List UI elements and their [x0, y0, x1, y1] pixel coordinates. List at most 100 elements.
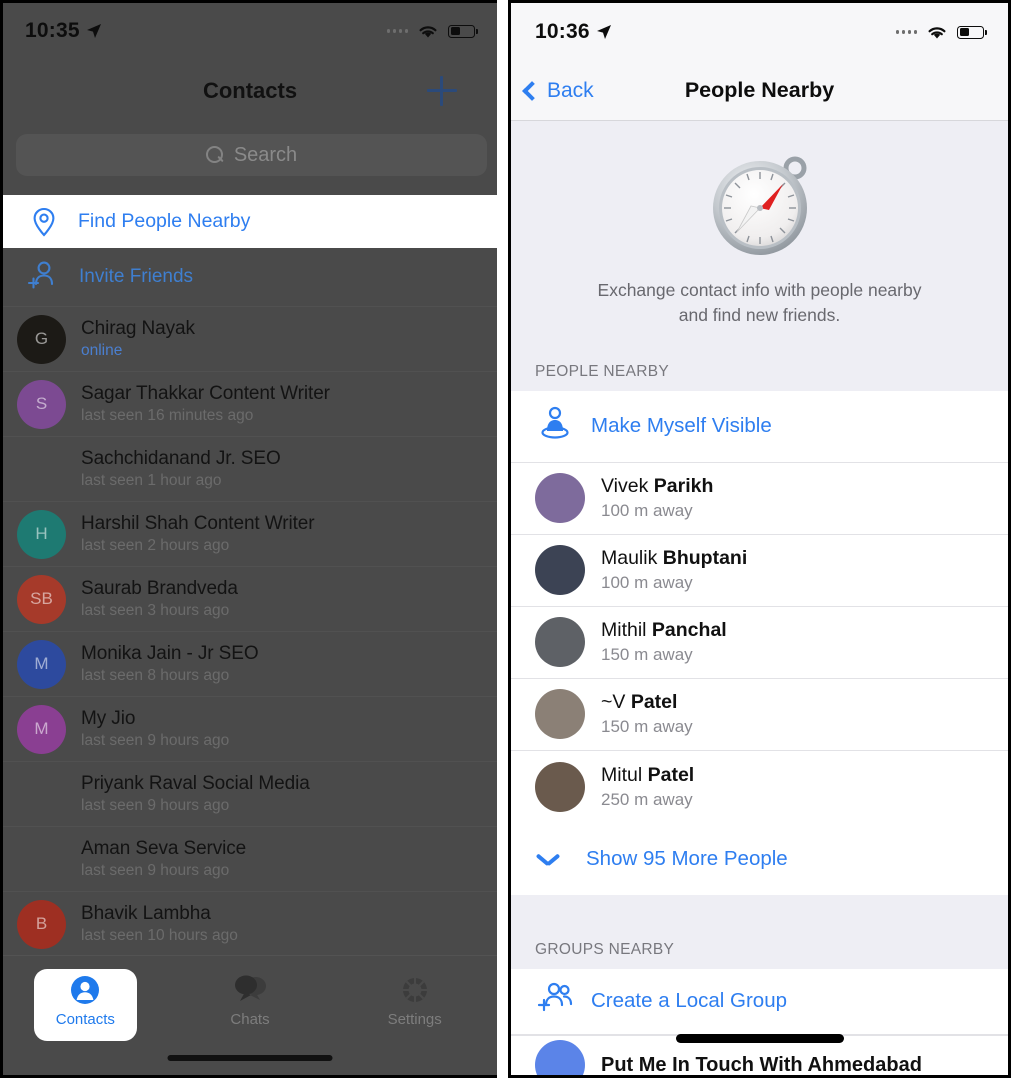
avatar	[535, 545, 585, 596]
contact-texts: Monika Jain - Jr SEO last seen 8 hours ag…	[81, 643, 259, 685]
person-nearby-row[interactable]: Maulik Bhuptani 100 m away	[511, 535, 1008, 607]
contact-status: online	[81, 342, 123, 359]
people-nearby-card: Make Myself Visible Vivek Parikh 100 m aw…	[511, 390, 1008, 895]
contact-status: last seen 9 hours ago	[81, 797, 230, 814]
show-more-people-row[interactable]: Show 95 More People	[511, 823, 1008, 895]
location-arrow-icon	[86, 24, 101, 38]
create-local-group-label: Create a Local Group	[591, 989, 788, 1013]
battery-icon	[448, 24, 478, 38]
contact-texts: Sagar Thakkar Content Writer last seen 16…	[81, 383, 330, 425]
avatar: M	[17, 639, 66, 689]
avatar: B	[17, 899, 66, 949]
wifi-icon	[928, 26, 946, 38]
wifi-icon	[419, 25, 437, 37]
chat-bubbles-icon	[234, 974, 266, 1006]
nav-bar-right: Back People Nearby	[511, 61, 1008, 121]
groups-nearby-card: Create a Local Group Put Me In Touch Wit…	[511, 968, 1008, 1075]
nav-bar: Contacts	[3, 59, 497, 123]
back-button[interactable]: Back	[511, 79, 594, 103]
contact-status: last seen 1 hour ago	[81, 472, 222, 489]
contact-row[interactable]: Aman Seva Service last seen 9 hours ago	[3, 826, 497, 891]
contact-texts: Bhavik Lambha last seen 10 hours ago	[81, 903, 238, 945]
avatar: S	[17, 379, 66, 429]
hero-line-1: Exchange contact info with people nearby	[597, 280, 922, 300]
contact-status: last seen 9 hours ago	[81, 732, 230, 749]
status-time-text-right: 10:36	[535, 20, 590, 43]
contact-texts: Aman Seva Service last seen 9 hours ago	[81, 838, 246, 880]
avatar: G	[17, 314, 66, 364]
contact-row[interactable]: B Bhavik Lambha last seen 10 hours ago	[3, 891, 497, 956]
groups-nearby-section-header: GROUPS NEARBY	[511, 928, 1008, 969]
contact-texts: Harshil Shah Content Writer last seen 2 h…	[81, 513, 315, 555]
tab-contacts[interactable]: Contacts	[3, 962, 168, 1041]
status-bar-right: 10:36	[511, 3, 1008, 61]
tab-settings[interactable]: Settings	[332, 962, 497, 1028]
person-nearby-row[interactable]: Vivek Parikh 100 m away	[511, 463, 1008, 535]
person-distance: 150 m away	[601, 717, 693, 737]
find-people-nearby-label: Find People Nearby	[78, 210, 251, 232]
person-distance: 250 m away	[601, 789, 693, 809]
signal-dots-icon	[386, 29, 408, 33]
contact-texts: Priyank Raval Social Media last seen 9 ho…	[81, 773, 310, 815]
left-screen: Invite Friends G Chirag Nayak online S Sagar …	[3, 3, 497, 1075]
contact-row[interactable]: SB Saurab Brandveda last seen 3 hours ago	[3, 566, 497, 631]
contact-row[interactable]: H Harshil Shah Content Writer last seen 2 …	[3, 501, 497, 566]
contact-row[interactable]: G Chirag Nayak online	[3, 306, 497, 371]
status-time-text: 10:35	[25, 19, 80, 42]
home-indicator-right	[675, 1034, 844, 1043]
show-more-people-label: Show 95 More People	[586, 846, 788, 870]
status-indicators	[386, 23, 478, 40]
add-contact-button[interactable]	[427, 76, 457, 106]
search-placeholder: Search	[233, 143, 298, 166]
avatar-placeholder	[17, 770, 66, 819]
find-people-nearby-row[interactable]: Find People Nearby	[3, 195, 497, 248]
contact-row[interactable]: M Monika Jain - Jr SEO last seen 8 hours a…	[3, 631, 497, 696]
contact-row[interactable]: S Sagar Thakkar Content Writer last seen 1…	[3, 371, 497, 436]
person-add-icon	[27, 260, 61, 295]
search-icon	[205, 146, 224, 164]
tab-label: Chats	[230, 1011, 270, 1028]
contact-status: last seen 2 hours ago	[81, 537, 230, 554]
person-texts: ~V Patel 150 m away	[601, 691, 693, 737]
person-name: ~V Patel	[601, 691, 678, 714]
avatar	[535, 761, 585, 812]
right-phone-people-nearby-screen: 10:36 Back People Nearby Exchange contac…	[508, 0, 1011, 1078]
person-distance: 100 m away	[601, 573, 693, 593]
tab-chats[interactable]: Chats	[168, 962, 333, 1028]
contact-name: Priyank Raval Social Media	[81, 773, 310, 794]
person-texts: Maulik Bhuptani 100 m away	[601, 547, 747, 593]
make-myself-visible-row[interactable]: Make Myself Visible	[511, 391, 1008, 463]
person-name: Maulik Bhuptani	[601, 547, 748, 570]
contact-texts: My Jio last seen 9 hours ago	[81, 708, 229, 750]
tab-label: Contacts	[55, 1011, 115, 1028]
home-indicator	[167, 1055, 333, 1061]
person-nearby-row[interactable]: ~V Patel 150 m away	[511, 679, 1008, 751]
avatar: M	[17, 704, 66, 754]
create-local-group-row[interactable]: Create a Local Group	[511, 969, 1008, 1035]
contact-row[interactable]: M My Jio last seen 9 hours ago	[3, 696, 497, 761]
invite-friends-row[interactable]: Invite Friends	[3, 248, 497, 306]
contact-row[interactable]: Sachchidanand Jr. SEO last seen 1 hour ag…	[3, 436, 497, 501]
person-visible-icon	[535, 404, 575, 449]
status-indicators-right	[895, 24, 987, 41]
chevron-down-icon	[537, 853, 559, 864]
hero-description: Exchange contact info with people nearby…	[511, 278, 1008, 329]
person-distance: 150 m away	[601, 645, 693, 665]
contact-name: Bhavik Lambha	[81, 903, 211, 924]
contact-name: Chirag Nayak	[81, 318, 195, 339]
contacts-list[interactable]: Invite Friends G Chirag Nayak online S Sagar …	[3, 248, 497, 956]
person-nearby-row[interactable]: Mitul Patel 250 m away	[511, 751, 1008, 823]
avatar	[535, 473, 585, 524]
contact-name: Saurab Brandveda	[81, 578, 238, 599]
person-nearby-row[interactable]: Mithil Panchal 150 m away	[511, 607, 1008, 679]
contact-row[interactable]: Priyank Raval Social Media last seen 9 ho…	[3, 761, 497, 826]
avatar: H	[17, 509, 66, 559]
person-texts: Mitul Patel 250 m away	[601, 764, 694, 810]
search-input[interactable]: Search	[16, 134, 487, 176]
panel-gap	[497, 0, 508, 1078]
contact-status: last seen 8 hours ago	[81, 667, 230, 684]
contact-name: Monika Jain - Jr SEO	[81, 643, 259, 664]
invite-friends-label: Invite Friends	[79, 266, 194, 287]
left-phone-contacts-screen: Invite Friends G Chirag Nayak online S Sagar …	[0, 0, 497, 1078]
battery-icon	[957, 25, 987, 39]
